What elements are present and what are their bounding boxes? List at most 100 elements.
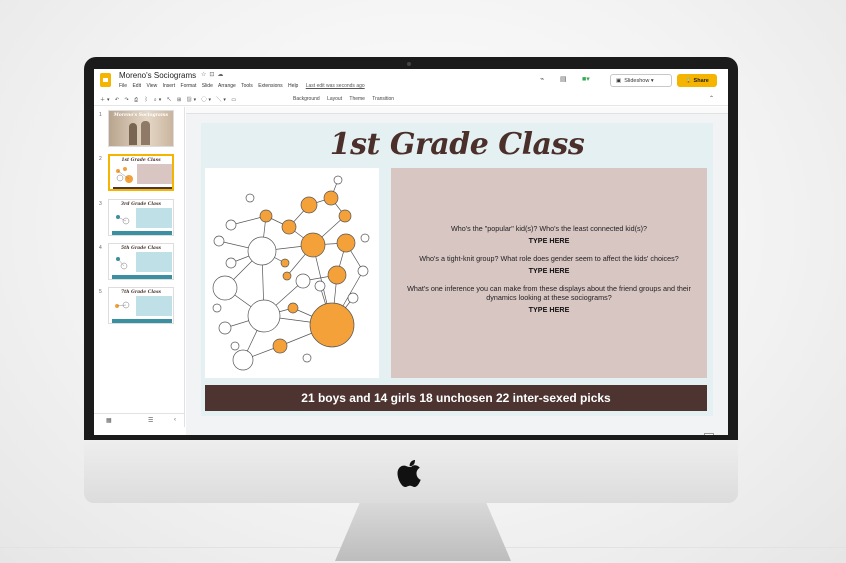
answer-field-2[interactable]: TYPE HERE bbox=[529, 266, 570, 275]
question-1: Who's the "popular" kid(s)? Who's the le… bbox=[450, 223, 647, 233]
question-box[interactable]: Who's the "popular" kid(s)? Who's the le… bbox=[391, 168, 707, 378]
background-button[interactable]: Background bbox=[293, 96, 320, 102]
slide-number: 3 bbox=[99, 201, 102, 207]
menu-bar: File Edit View Insert Format Slide Arran… bbox=[119, 83, 369, 89]
toolbar-icons: ＋▾ ↶ ↷ ⎙ ⌇ ⌕▾ ↖ ⊞ ▨▾ ◯▾ ╲▾ ▭ bbox=[100, 96, 238, 103]
slide-title[interactable]: 1st Grade Class bbox=[201, 127, 713, 162]
title-icons: ☆⊡☁ bbox=[201, 71, 226, 78]
imac-monitor: Moreno's Sociograms ☆⊡☁ File Edit View I… bbox=[84, 57, 738, 503]
slide-thumbnail-4[interactable]: 5th Grade Class bbox=[108, 243, 174, 280]
thumb-footer bbox=[112, 319, 172, 323]
explore-icon[interactable]: + bbox=[704, 433, 714, 435]
question-2: Who's a tight-knit group? What role does… bbox=[419, 253, 679, 263]
apple-logo-icon bbox=[397, 460, 421, 487]
thumb-question-box bbox=[137, 164, 172, 184]
comment-icon[interactable]: ▭ bbox=[231, 97, 238, 103]
thumb-title: 1st Grade Class bbox=[121, 158, 161, 163]
menu-tools[interactable]: Tools bbox=[241, 83, 253, 89]
sociogram-image[interactable] bbox=[205, 168, 379, 378]
thumb-footer bbox=[113, 187, 172, 189]
thumb-title: 5th Grade Class bbox=[120, 246, 162, 251]
slide-number: 1 bbox=[99, 112, 102, 118]
zoom-icon[interactable]: ⌕▾ bbox=[154, 97, 163, 103]
theme-button[interactable]: Theme bbox=[349, 96, 365, 102]
answer-field-1[interactable]: TYPE HERE bbox=[529, 236, 570, 245]
print-icon[interactable]: ⎙ bbox=[134, 97, 140, 103]
toolbar-buttons: Background Layout Theme Transition bbox=[293, 96, 400, 102]
thumb-title: 7th Grade Class bbox=[120, 290, 162, 295]
meet-icon[interactable]: ■▾ bbox=[582, 75, 590, 83]
thumb-title: Moreno's Sociograms bbox=[113, 113, 169, 118]
layout-button[interactable]: Layout bbox=[327, 96, 342, 102]
collapse-icon[interactable]: ‹ bbox=[174, 417, 176, 423]
textbox-icon[interactable]: ⊞ bbox=[177, 97, 183, 103]
screen: Moreno's Sociograms ☆⊡☁ File Edit View I… bbox=[94, 69, 728, 435]
undo-icon[interactable]: ↶ bbox=[115, 97, 121, 103]
mini-sociogram bbox=[115, 301, 130, 309]
stats-footer[interactable]: 21 boys and 14 girls 18 unchosen 22 inte… bbox=[205, 385, 707, 411]
slide-thumbnail-3[interactable]: 3rd Grade Class bbox=[108, 199, 174, 236]
slide-canvas: 1st Grade Class Who's the "popular" kid(… bbox=[186, 107, 728, 435]
mini-sociogram bbox=[116, 257, 128, 270]
share-button[interactable]: 🔒 Share bbox=[677, 74, 717, 87]
title-bar: Moreno's Sociograms ☆⊡☁ File Edit View I… bbox=[94, 69, 728, 93]
list-view-icon[interactable]: ☰ bbox=[148, 417, 153, 424]
slides-logo-icon[interactable] bbox=[100, 73, 111, 87]
menu-help[interactable]: Help bbox=[288, 83, 298, 89]
slide-number: 4 bbox=[99, 245, 102, 251]
photo-figure bbox=[141, 121, 150, 145]
transition-button[interactable]: Transition bbox=[372, 96, 394, 102]
redo-icon[interactable]: ↷ bbox=[125, 97, 131, 103]
lock-icon: 🔒 bbox=[685, 77, 694, 84]
share-label: Share bbox=[693, 77, 709, 84]
new-slide-icon[interactable]: ＋▾ bbox=[100, 97, 112, 103]
activity-icon[interactable]: ⌁ bbox=[540, 75, 544, 83]
slide-thumbnail-1[interactable]: Moreno's Sociograms bbox=[108, 110, 174, 147]
thumb-footer bbox=[112, 275, 172, 279]
menu-extensions[interactable]: Extensions bbox=[258, 83, 282, 89]
ruler bbox=[186, 107, 728, 114]
slide-number: 2 bbox=[99, 156, 102, 162]
paint-format-icon[interactable]: ⌇ bbox=[144, 97, 151, 103]
line-icon[interactable]: ╲▾ bbox=[216, 97, 228, 103]
thumb-question-box bbox=[136, 208, 172, 228]
thumb-footer bbox=[112, 231, 172, 235]
menu-edit[interactable]: Edit bbox=[132, 83, 141, 89]
menu-arrange[interactable]: Arrange bbox=[218, 83, 236, 89]
menu-view[interactable]: View bbox=[146, 83, 157, 89]
filmstrip: 1 Moreno's Sociograms 2 1st Grade Class bbox=[94, 107, 185, 427]
photo-figure bbox=[129, 123, 137, 145]
monitor-bezel: Moreno's Sociograms ☆⊡☁ File Edit View I… bbox=[84, 57, 738, 440]
select-icon[interactable]: ↖ bbox=[167, 97, 174, 103]
slide-thumbnail-5[interactable]: 7th Grade Class bbox=[108, 287, 174, 324]
document-title[interactable]: Moreno's Sociograms bbox=[119, 71, 196, 80]
slideshow-icon: ▣ bbox=[616, 77, 625, 84]
menu-format[interactable]: Format bbox=[181, 83, 197, 89]
mini-sociogram bbox=[116, 167, 133, 183]
slideshow-button[interactable]: ▣ Slideshow ▾ bbox=[610, 74, 672, 87]
menu-file[interactable]: File bbox=[119, 83, 127, 89]
chevron-down-icon: ▾ bbox=[649, 77, 654, 84]
thumb-question-box bbox=[136, 296, 172, 316]
slide-thumbnail-2[interactable]: 1st Grade Class bbox=[108, 154, 174, 191]
menu-slide[interactable]: Slide bbox=[202, 83, 213, 89]
sociogram-graph bbox=[212, 175, 370, 371]
menu-insert[interactable]: Insert bbox=[163, 83, 176, 89]
question-3: What's one inference you can make from t… bbox=[407, 283, 691, 302]
mini-sociogram bbox=[116, 215, 130, 225]
slideshow-label: Slideshow bbox=[624, 77, 650, 84]
image-icon[interactable]: ▨▾ bbox=[187, 97, 199, 103]
grid-view-icon[interactable]: ▦ bbox=[106, 417, 112, 424]
thumb-question-box bbox=[136, 252, 172, 272]
answer-field-3[interactable]: TYPE HERE bbox=[529, 305, 570, 314]
shape-icon[interactable]: ◯▾ bbox=[202, 97, 214, 103]
slide-number: 5 bbox=[99, 289, 102, 295]
comments-icon[interactable]: ▤ bbox=[560, 75, 567, 83]
last-edit-link[interactable]: Last edit was seconds ago bbox=[306, 83, 365, 89]
chevron-up-icon[interactable]: ⌃ bbox=[709, 95, 714, 102]
monitor-stand bbox=[335, 503, 511, 561]
toolbar: ＋▾ ↶ ↷ ⎙ ⌇ ⌕▾ ↖ ⊞ ▨▾ ◯▾ ╲▾ ▭ Background … bbox=[94, 94, 728, 106]
cloud-icon[interactable]: ☁ bbox=[217, 72, 226, 78]
slide[interactable]: 1st Grade Class Who's the "popular" kid(… bbox=[201, 123, 713, 416]
thumb-title: 3rd Grade Class bbox=[120, 202, 162, 207]
